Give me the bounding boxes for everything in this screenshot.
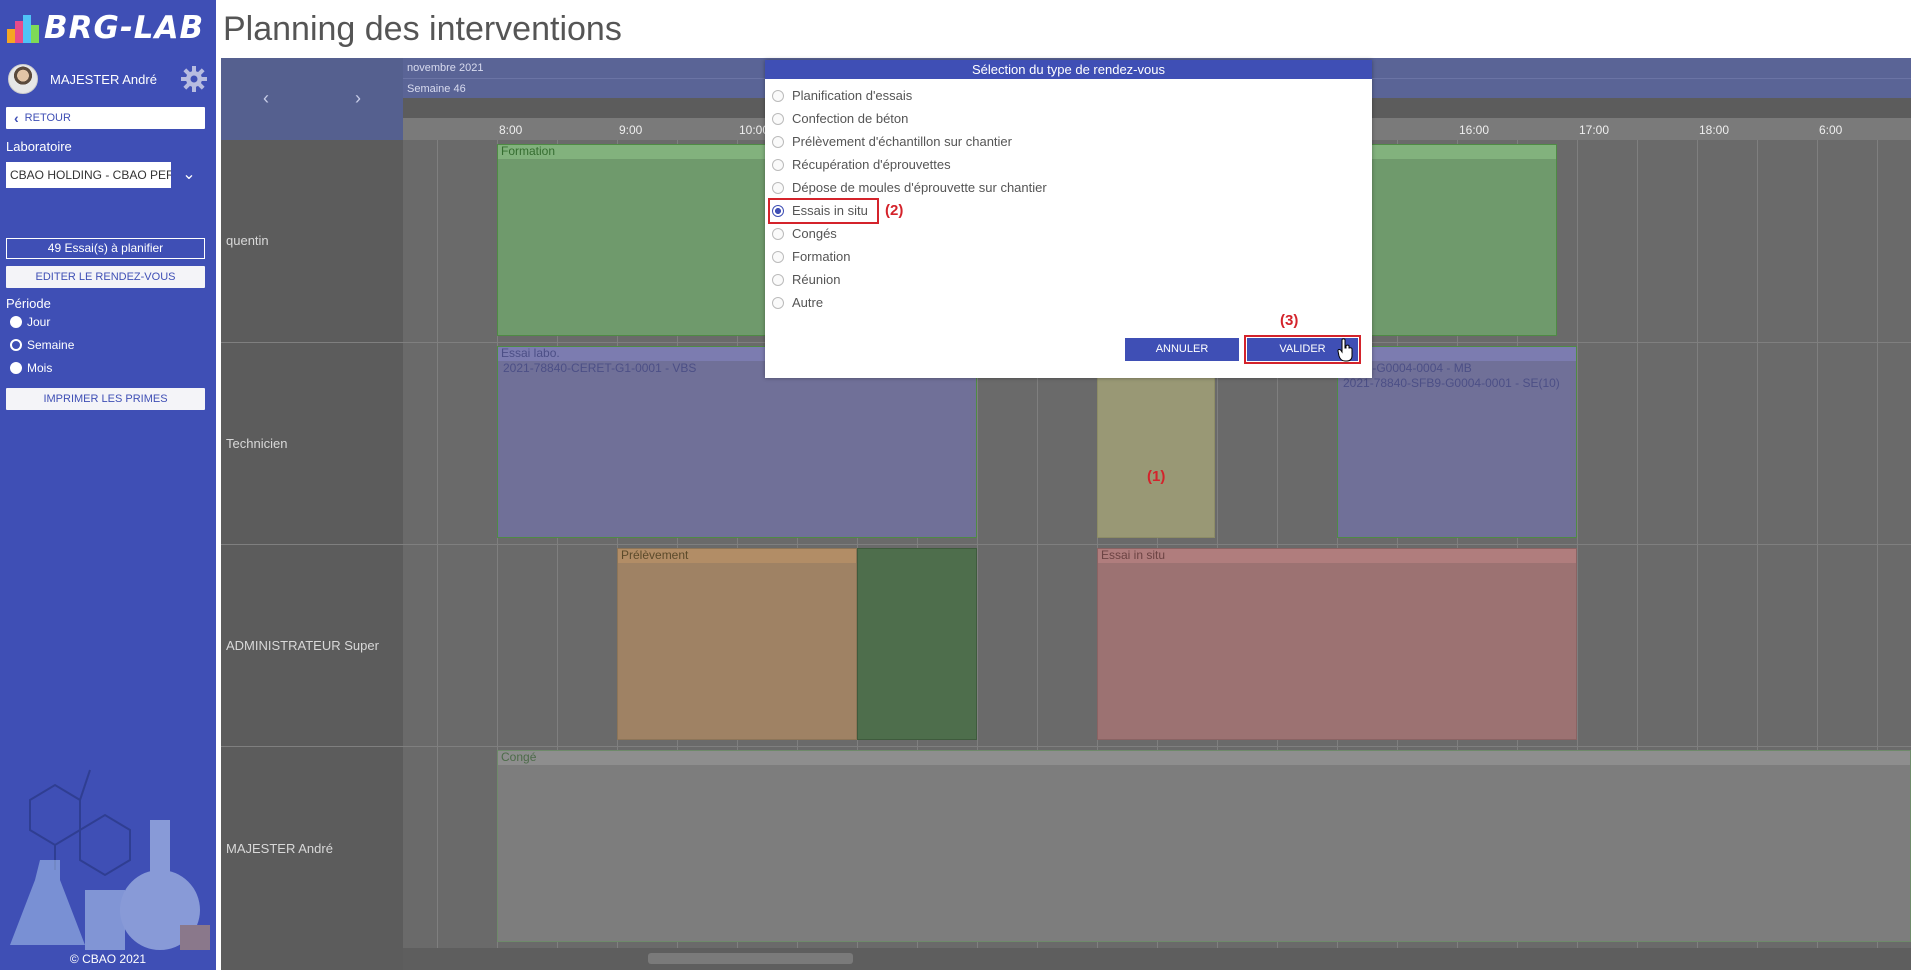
option-reunion[interactable]: Réunion <box>772 272 840 287</box>
option-autre[interactable]: Autre <box>772 295 823 310</box>
periode-week-label: Semaine <box>27 338 75 352</box>
option-label: Réunion <box>792 272 841 287</box>
event-conge[interactable]: Congé <box>497 750 1911 942</box>
annotation-1: (1) <box>1147 468 1166 485</box>
option-label: Autre <box>792 295 824 310</box>
radio-selected-icon <box>10 339 22 351</box>
lab-illustration-icon <box>10 769 210 950</box>
hour-label: 16:00 <box>1459 123 1490 137</box>
event-detail: 2021-78840-SFB9-G0004-0001 - SE(10) <box>1343 376 1560 390</box>
option-label: Récupération d'éprouvettes <box>792 157 951 172</box>
event-essai-labo-2[interactable]: labo. -CPN-G0004-0004 - MB 2021-78840-SF… <box>1337 346 1577 538</box>
brand-logo: BRG-LAB <box>6 10 204 46</box>
essais-to-plan-button[interactable]: 49 Essai(s) à planifier <box>6 238 205 259</box>
radio-icon <box>10 316 22 328</box>
event-title: Prélèvement <box>618 549 856 563</box>
periode-month-radio[interactable]: Mois <box>10 361 52 375</box>
radio-icon <box>772 296 784 309</box>
radio-icon <box>772 112 784 125</box>
radio-icon <box>772 273 784 286</box>
event-title: Congé <box>498 751 1910 765</box>
annotation-2: (2) <box>885 202 904 219</box>
row-label-technicien: Technicien <box>226 436 288 451</box>
event-detail: -CPN-G0004-0004 - MB <box>1343 361 1472 375</box>
periode-month-label: Mois <box>27 361 53 375</box>
option-confection-beton[interactable]: Confection de béton <box>772 111 908 126</box>
radio-icon <box>772 250 784 263</box>
prev-week-icon[interactable]: ‹ <box>263 88 269 109</box>
radio-icon <box>772 181 784 194</box>
event-selected-slot[interactable] <box>1097 370 1215 538</box>
hour-label: 17:00 <box>1579 123 1610 137</box>
gear-icon[interactable] <box>180 65 208 93</box>
option-conges[interactable]: Congés <box>772 226 837 241</box>
event-block-green[interactable] <box>857 548 977 740</box>
user-name: MAJESTER André <box>50 71 157 87</box>
appointment-type-dialog: Sélection du type de rendez-vous Planifi… <box>765 60 1372 378</box>
option-prelevement[interactable]: Prélèvement d'échantillon sur chantier <box>772 134 1012 149</box>
print-bonus-button[interactable]: IMPRIMER LES PRIMES <box>6 388 205 410</box>
event-essai-in-situ[interactable]: Essai in situ <box>1097 548 1577 740</box>
periode-day-radio[interactable]: Jour <box>10 315 50 329</box>
lab-label: Laboratoire <box>6 139 72 154</box>
option-label: Dépose de moules d'éprouvette sur chanti… <box>792 180 1047 195</box>
annotation-3: (3) <box>1280 312 1299 329</box>
event-title: labo. <box>1338 347 1576 361</box>
lab-select[interactable]: CBAO HOLDING - CBAO PERPIGNAN <box>6 162 171 188</box>
next-week-icon[interactable]: › <box>355 88 361 109</box>
edit-appointment-button[interactable]: EDITER LE RENDEZ-VOUS <box>6 266 205 288</box>
periode-day-label: Jour <box>27 315 51 329</box>
row-label-admin: ADMINISTRATEUR Super <box>226 638 379 653</box>
option-formation[interactable]: Formation <box>772 249 851 264</box>
option-label: Confection de béton <box>792 111 909 126</box>
highlight-box-2 <box>768 198 879 224</box>
option-label: Planification d'essais <box>792 88 913 103</box>
radio-icon <box>10 362 22 374</box>
option-planification[interactable]: Planification d'essais <box>772 88 912 103</box>
option-depose-moules[interactable]: Dépose de moules d'éprouvette sur chanti… <box>772 180 1047 195</box>
row-label-quentin: quentin <box>226 233 269 248</box>
hour-label: 9:00 <box>619 123 643 137</box>
back-button[interactable]: ‹ RETOUR <box>6 107 205 129</box>
page-title: Planning des interventions <box>223 10 622 48</box>
chevron-down-icon[interactable]: ⌄ <box>176 162 202 188</box>
scrollbar-thumb[interactable] <box>648 953 853 964</box>
copyright: © CBAO 2021 <box>69 952 147 966</box>
logo-text: BRG-LAB <box>44 10 205 46</box>
radio-icon <box>772 158 784 171</box>
event-prelevement[interactable]: Prélèvement <box>617 548 857 740</box>
dialog-title: Sélection du type de rendez-vous <box>765 60 1372 79</box>
horizontal-scrollbar[interactable] <box>403 948 1911 970</box>
event-title: Essai in situ <box>1098 549 1576 563</box>
calendar-nav: ‹ › <box>221 58 403 140</box>
periode-week-radio[interactable]: Semaine <box>10 338 74 352</box>
radio-icon <box>772 89 784 102</box>
chevron-left-icon: ‹ <box>14 110 19 126</box>
radio-icon <box>772 227 784 240</box>
back-button-label: RETOUR <box>24 112 71 124</box>
hour-label: 6:00 <box>1819 123 1843 137</box>
cancel-button[interactable]: ANNULER <box>1125 338 1239 361</box>
option-label: Congés <box>792 226 837 241</box>
avatar[interactable] <box>8 64 38 94</box>
sidebar: BRG-LAB MAJESTER André ‹ RETOUR Laborato… <box>0 0 216 970</box>
option-recuperation[interactable]: Récupération d'éprouvettes <box>772 157 951 172</box>
periode-label: Période <box>6 296 51 311</box>
option-label: Prélèvement d'échantillon sur chantier <box>792 134 1012 149</box>
row-label-majester: MAJESTER André <box>226 841 333 856</box>
user-panel: MAJESTER André <box>8 63 208 95</box>
logo-icon <box>7 15 39 43</box>
hour-label: 18:00 <box>1699 123 1730 137</box>
option-label: Formation <box>792 249 851 264</box>
hour-label: 8:00 <box>499 123 523 137</box>
radio-icon <box>772 135 784 148</box>
hand-cursor-icon <box>1337 338 1353 362</box>
